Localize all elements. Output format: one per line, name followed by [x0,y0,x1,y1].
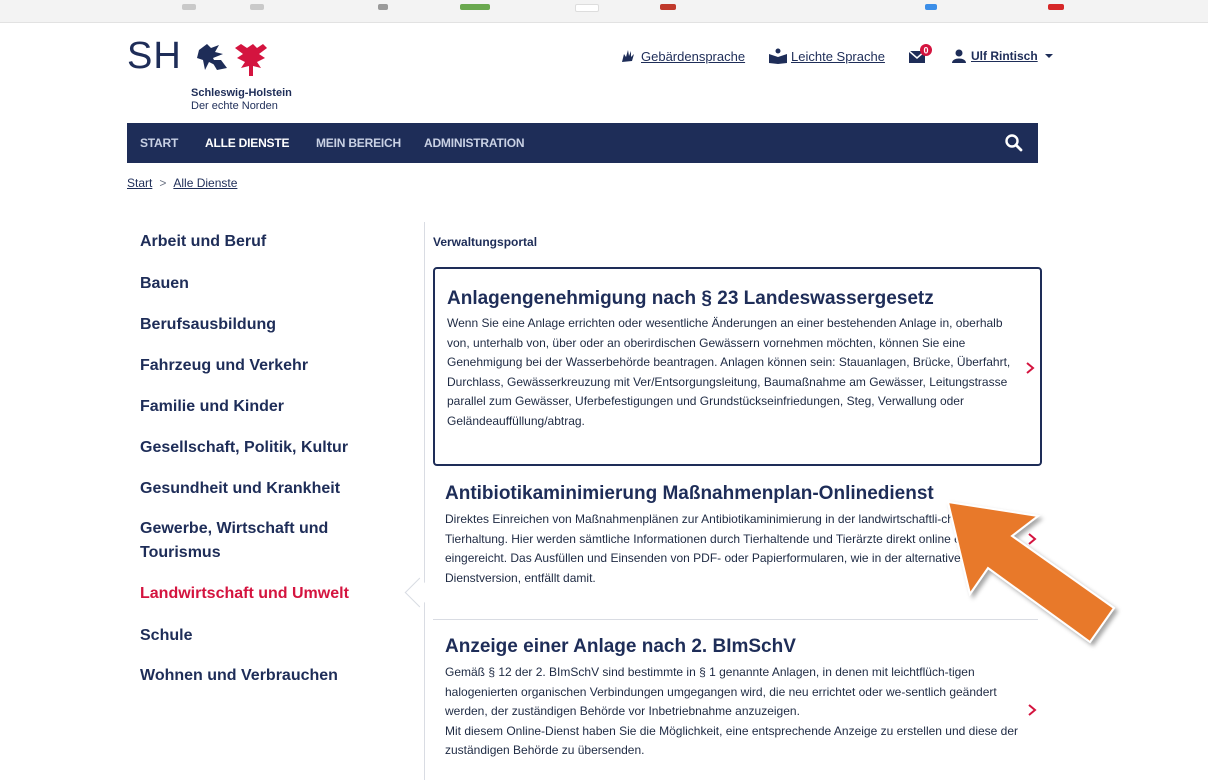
coat-of-arms-icon [197,44,267,76]
section-label: Verwaltungsportal [433,235,538,249]
sign-language-link[interactable]: Gebärdensprache [620,46,745,66]
service-description: Gemäß § 12 der 2. BImSchV sind bestimmte… [445,665,997,718]
sidebar-item-fahrzeug-und-verkehr[interactable]: Fahrzeug und Verkehr [140,354,400,378]
logo-claim: Der echte Norden [191,100,278,112]
notifications-button[interactable]: 0 [907,44,936,64]
chevron-right-icon[interactable] [1026,703,1038,717]
notification-count: 0 [923,46,928,56]
service-title[interactable]: Anzeige einer Anlage nach 2. BImSchV [445,635,1025,659]
service-description: Wenn Sie eine Anlage errichten oder wese… [447,316,1011,428]
sidebar-divider [424,222,425,780]
bookmark-icon[interactable] [460,4,490,10]
browser-bookmark-strip [0,0,1208,23]
nav-mein-bereich[interactable]: MEIN BEREICH [316,123,401,163]
service-card[interactable]: Anlagengenehmigung nach § 23 Landeswasse… [433,267,1042,466]
bookmark-icon[interactable] [378,4,388,10]
sidebar-item-bauen[interactable]: Bauen [140,272,400,296]
service-title[interactable]: Antibiotikaminimierung Maßnahmenplan-Onl… [445,482,1025,506]
easy-language-link[interactable]: Leichte Sprache [768,46,885,66]
sidebar-item-gewerbe[interactable]: Gewerbe, Wirtschaft und Tourismus [140,517,370,565]
breadcrumb-alle-dienste[interactable]: Alle Dienste [173,176,237,190]
easy-language-label[interactable]: Leichte Sprache [791,49,885,64]
bookmark-icon[interactable] [660,4,676,10]
service-card[interactable]: Anzeige einer Anlage nach 2. BImSchV Gem… [433,635,1038,775]
bookmark-icon[interactable] [182,4,196,10]
search-icon[interactable] [1004,133,1024,153]
sidebar-item-gesellschaft[interactable]: Gesellschaft, Politik, Kultur [140,436,400,460]
chevron-right-icon[interactable] [1026,532,1038,546]
user-menu[interactable]: Ulf Rintisch [952,46,1057,66]
breadcrumb-separator: > [159,176,167,190]
service-card[interactable]: Antibiotikaminimierung Maßnahmenplan-Onl… [433,478,1038,598]
nav-start[interactable]: START [140,123,178,163]
service-description: Direktes Einreichen von Maßnahmenplänen … [445,512,1014,585]
bookmark-icon[interactable] [925,4,937,10]
service-description-2: Mit diesem Online-Dienst haben Sie die M… [445,723,1019,758]
chevron-right-icon[interactable] [1024,361,1036,375]
service-title[interactable]: Anlagengenehmigung nach § 23 Landeswasse… [447,287,1012,311]
service-divider [433,619,1038,620]
sidebar-item-familie-und-kinder[interactable]: Familie und Kinder [140,395,400,419]
caret-down-icon[interactable] [1044,52,1054,60]
breadcrumb: Start > Alle Dienste [127,176,237,190]
sidebar-item-berufsausbildung[interactable]: Berufsausbildung [140,313,400,337]
user-icon [952,49,966,63]
sidebar-item-wohnen[interactable]: Wohnen und Verbrauchen [140,664,400,688]
sign-language-icon [622,50,634,62]
bookmark-icon[interactable] [575,4,599,12]
logo-mark: SH [127,35,182,77]
bookmark-icon[interactable] [1048,4,1064,10]
bookmark-icon[interactable] [250,4,264,10]
sidebar-item-gesundheit[interactable]: Gesundheit und Krankheit [140,477,400,501]
main-navigation: START ALLE DIENSTE MEIN BEREICH ADMINIST… [127,123,1038,163]
sidebar-item-arbeit-und-beruf[interactable]: Arbeit und Beruf [140,230,400,254]
sidebar-item-landwirtschaft-und-umwelt[interactable]: Landwirtschaft und Umwelt [140,582,400,606]
nav-alle-dienste[interactable]: ALLE DIENSTE [205,123,289,163]
logo-state-name: Schleswig-Holstein [191,87,292,99]
user-name[interactable]: Ulf Rintisch [971,49,1038,63]
sign-language-label[interactable]: Gebärdensprache [641,49,745,64]
easy-language-icon [769,48,787,64]
nav-administration[interactable]: ADMINISTRATION [424,123,525,163]
sidebar-item-schule[interactable]: Schule [140,624,400,648]
active-item-pointer [404,577,435,608]
notification-icon: 0 [908,44,932,63]
breadcrumb-start[interactable]: Start [127,176,152,190]
